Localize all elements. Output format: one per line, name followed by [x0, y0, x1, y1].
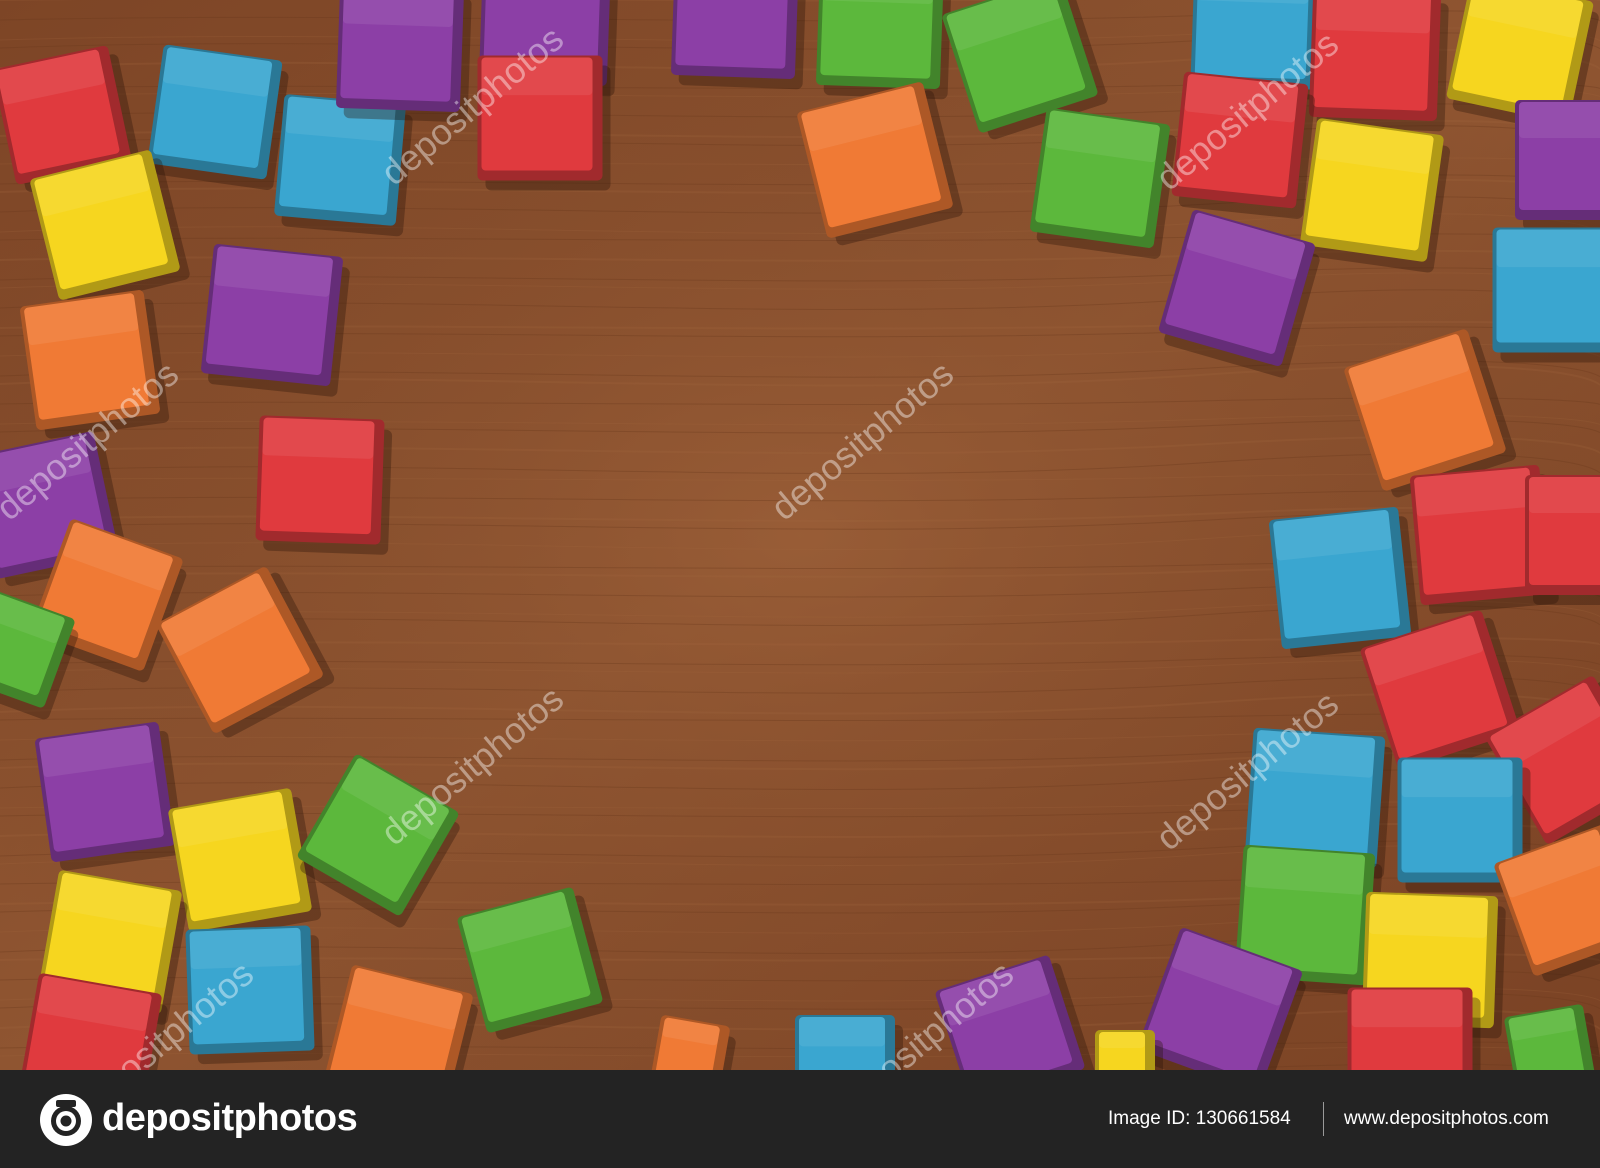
wooden-block-red [1347, 987, 1481, 1070]
wooden-block-yellow [1095, 1030, 1163, 1070]
stock-photo: depositphotos depositphotos depositphotos d… [0, 0, 1600, 1070]
wooden-block-blue [1269, 507, 1420, 658]
footer-bar: depositphotos Image ID: 130661584 www.de… [0, 1070, 1600, 1168]
footer-divider [1323, 1102, 1324, 1136]
photo-canvas: depositphotos depositphotosdepositphotos d… [0, 0, 1600, 1070]
wooden-block-purple [671, 0, 807, 90]
wooden-block-purple [35, 722, 185, 871]
brand-logo-text: depositphotos [102, 1097, 358, 1139]
wooden-block-blue [1492, 227, 1600, 363]
image-id-label: Image ID: 130661584 [1108, 1108, 1291, 1129]
wooden-block-red [1525, 475, 1600, 605]
site-url-link[interactable]: www.depositphotos.com [1344, 1104, 1549, 1134]
wooden-block-purple [201, 244, 350, 397]
wooden-block-yellow [1300, 118, 1451, 273]
wooden-block-green [816, 0, 952, 100]
camera-logo-icon [40, 1094, 92, 1146]
wooden-block-purple [1515, 100, 1600, 230]
wooden-block-red [255, 415, 393, 555]
wooden-block-green [1030, 108, 1177, 259]
wooden-block-yellow [168, 788, 322, 940]
wooden-block-blue [147, 44, 289, 191]
